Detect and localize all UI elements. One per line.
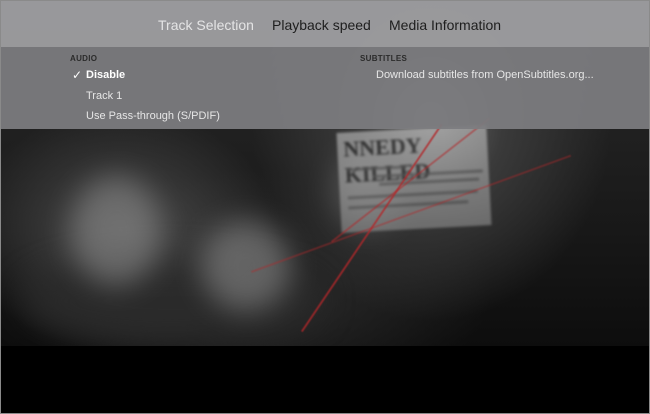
letterbox-bar (1, 346, 649, 413)
checkmark-icon: ✓ (72, 68, 83, 82)
audio-option-disable[interactable]: Disable (86, 68, 125, 82)
tab-track-selection[interactable]: Track Selection (158, 17, 254, 33)
newspaper-image: NNEDY KILLED (336, 125, 492, 233)
subtitles-section-header: SUBTITLES (360, 54, 408, 63)
subtitle-option-download[interactable]: Download subtitles from OpenSubtitles.or… (376, 68, 594, 82)
track-selection-menu: Track Selection Playback speed Media Inf… (1, 1, 649, 129)
newspaper-text-line (348, 200, 469, 210)
audio-option-track-1[interactable]: Track 1 (86, 89, 122, 103)
video-blur-shape (201, 221, 291, 311)
video-player-screen: NNEDY KILLED Track Selection Playback sp… (0, 0, 650, 414)
audio-option-passthrough[interactable]: Use Pass-through (S/PDIF) (86, 109, 220, 123)
tab-playback-speed[interactable]: Playback speed (272, 17, 371, 33)
tab-media-information[interactable]: Media Information (389, 17, 501, 33)
audio-section-header: AUDIO (70, 54, 98, 63)
menu-tab-bar: Track Selection Playback speed Media Inf… (1, 1, 649, 47)
video-blur-shape (71, 176, 161, 286)
